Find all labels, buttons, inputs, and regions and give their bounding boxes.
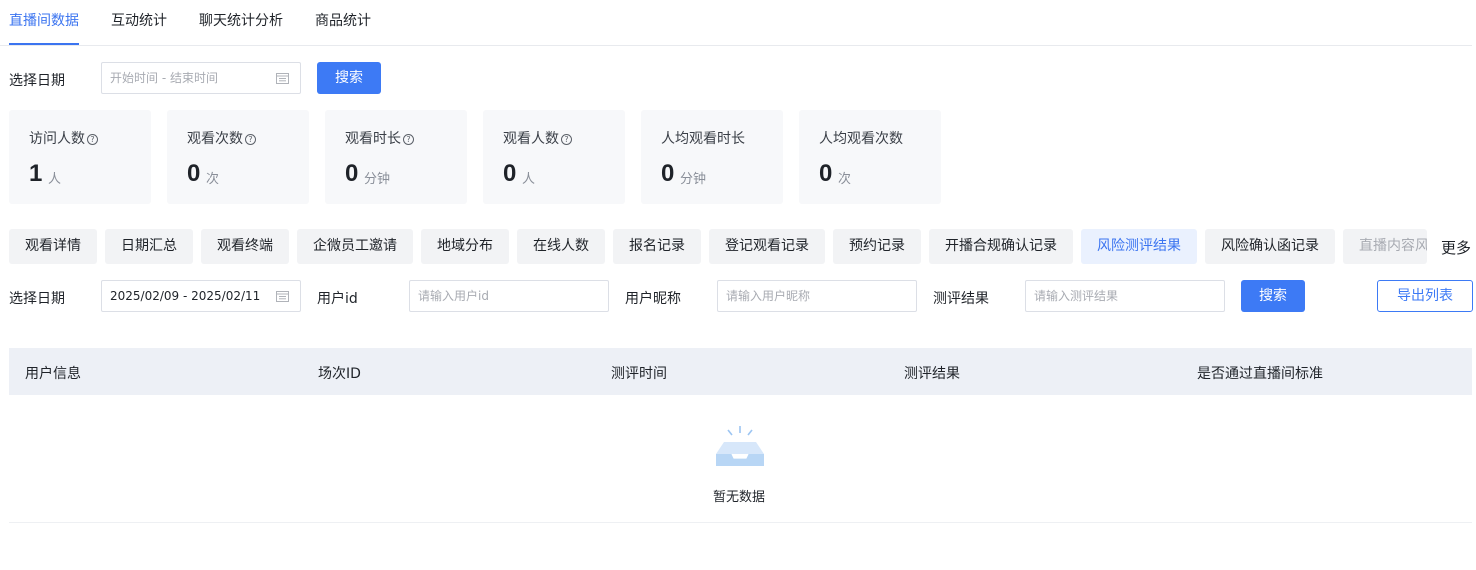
table-bottom-divider — [9, 522, 1472, 523]
stat-value: 0 — [661, 160, 675, 187]
help-icon[interactable]: ? — [403, 134, 414, 145]
stat-card-viewers: 观看人数? 0 人 — [483, 110, 625, 204]
tab-interaction-stats[interactable]: 互动统计 — [111, 10, 167, 30]
column-header: 测评结果 — [904, 366, 960, 382]
subtab-risk-assessment[interactable]: 风险测评结果 — [1081, 229, 1197, 264]
subtab-online-count[interactable]: 在线人数 — [517, 229, 605, 264]
stat-title: 观看次数? — [187, 128, 256, 148]
user-id-label: 用户id — [317, 291, 358, 307]
subtab-registration[interactable]: 报名记录 — [613, 229, 701, 264]
stat-unit: 分钟 — [364, 172, 391, 187]
tab-chat-analysis[interactable]: 聊天统计分析 — [199, 10, 283, 30]
nickname-label: 用户昵称 — [625, 291, 681, 307]
empty-state-text: 暂无数据 — [713, 490, 766, 505]
date-range-placeholder: 开始时间 - 结束时间 — [110, 71, 218, 85]
column-header: 测评时间 — [611, 366, 667, 382]
nickname-placeholder: 请输入用户昵称 — [726, 289, 811, 303]
tab-product-stats[interactable]: 商品统计 — [315, 10, 371, 30]
stat-title-text: 观看次数 — [187, 131, 243, 147]
result-label: 测评结果 — [933, 291, 989, 307]
subtab-reservation[interactable]: 预约记录 — [833, 229, 921, 264]
stat-unit: 人 — [522, 172, 536, 187]
calendar-icon — [276, 73, 289, 84]
date-range-picker-2[interactable]: 2025/02/09 - 2025/02/11 — [101, 280, 301, 312]
calendar-icon — [276, 291, 289, 302]
date-label: 选择日期 — [9, 73, 65, 89]
subtab-date-summary[interactable]: 日期汇总 — [105, 229, 193, 264]
active-tab-indicator — [9, 43, 79, 45]
stat-card-visitors: 访问人数? 1 人 — [9, 110, 151, 204]
stat-title: 观看人数? — [503, 128, 572, 148]
stat-unit: 人 — [48, 172, 62, 187]
stat-value: 0 — [187, 160, 201, 187]
subtab-view-terminal[interactable]: 观看终端 — [201, 229, 289, 264]
stat-card-view-count: 观看次数? 0 次 — [167, 110, 309, 204]
tab-live-room-data[interactable]: 直播间数据 — [9, 10, 79, 30]
subtab-live-content[interactable]: 直播内容风 — [1343, 229, 1427, 264]
date-label-2: 选择日期 — [9, 291, 65, 307]
date-range-value: 2025/02/09 - 2025/02/11 — [110, 289, 261, 303]
subtab-risk-confirmation[interactable]: 风险确认函记录 — [1205, 229, 1335, 264]
table-header: 用户信息 场次ID 测评时间 测评结果 是否通过直播间标准 — [9, 348, 1472, 395]
stat-title: 观看时长? — [345, 128, 414, 148]
more-tabs-button[interactable]: 更多 — [1441, 237, 1471, 258]
search-button-top[interactable]: 搜索 — [317, 62, 381, 94]
stat-card-view-duration: 观看时长? 0 分钟 — [325, 110, 467, 204]
subtab-view-details[interactable]: 观看详情 — [9, 229, 97, 264]
stat-value: 0 — [819, 160, 833, 187]
stat-value: 1 — [29, 160, 43, 187]
subtab-compliance[interactable]: 开播合规确认记录 — [929, 229, 1073, 264]
help-icon[interactable]: ? — [245, 134, 256, 145]
subtab-region[interactable]: 地域分布 — [421, 229, 509, 264]
stat-card-avg-duration: 人均观看时长 0 分钟 — [641, 110, 783, 204]
user-id-input[interactable]: 请输入用户id — [409, 280, 609, 312]
date-range-picker[interactable]: 开始时间 - 结束时间 — [101, 62, 301, 94]
column-header: 是否通过直播间标准 — [1197, 366, 1323, 382]
stat-unit: 次 — [206, 172, 220, 187]
result-input[interactable]: 请输入测评结果 — [1025, 280, 1225, 312]
stat-card-avg-views: 人均观看次数 0 次 — [799, 110, 941, 204]
search-button[interactable]: 搜索 — [1241, 280, 1305, 312]
stat-title-text: 观看人数 — [503, 131, 559, 147]
subtab-register-view[interactable]: 登记观看记录 — [709, 229, 825, 264]
stat-unit: 分钟 — [680, 172, 707, 187]
stat-unit: 次 — [838, 172, 852, 187]
column-header: 用户信息 — [25, 366, 81, 382]
subtab-staff-invite[interactable]: 企微员工邀请 — [297, 229, 413, 264]
result-placeholder: 请输入测评结果 — [1034, 289, 1119, 303]
top-tab-bar: 直播间数据 互动统计 聊天统计分析 商品统计 — [0, 0, 1472, 46]
help-icon[interactable]: ? — [87, 134, 98, 145]
stat-title-text: 观看时长 — [345, 131, 401, 147]
help-icon[interactable]: ? — [561, 134, 572, 145]
stat-title-text: 访问人数 — [29, 131, 85, 147]
user-id-placeholder: 请输入用户id — [418, 289, 489, 303]
stat-title: 访问人数? — [29, 128, 98, 148]
empty-box-icon — [716, 426, 764, 466]
export-list-button[interactable]: 导出列表 — [1377, 280, 1473, 312]
stat-title: 人均观看时长 — [661, 131, 745, 147]
stat-title: 人均观看次数 — [819, 131, 903, 147]
stat-value: 0 — [503, 160, 517, 187]
nickname-input[interactable]: 请输入用户昵称 — [717, 280, 917, 312]
stat-value: 0 — [345, 160, 359, 187]
column-header: 场次ID — [318, 366, 361, 382]
